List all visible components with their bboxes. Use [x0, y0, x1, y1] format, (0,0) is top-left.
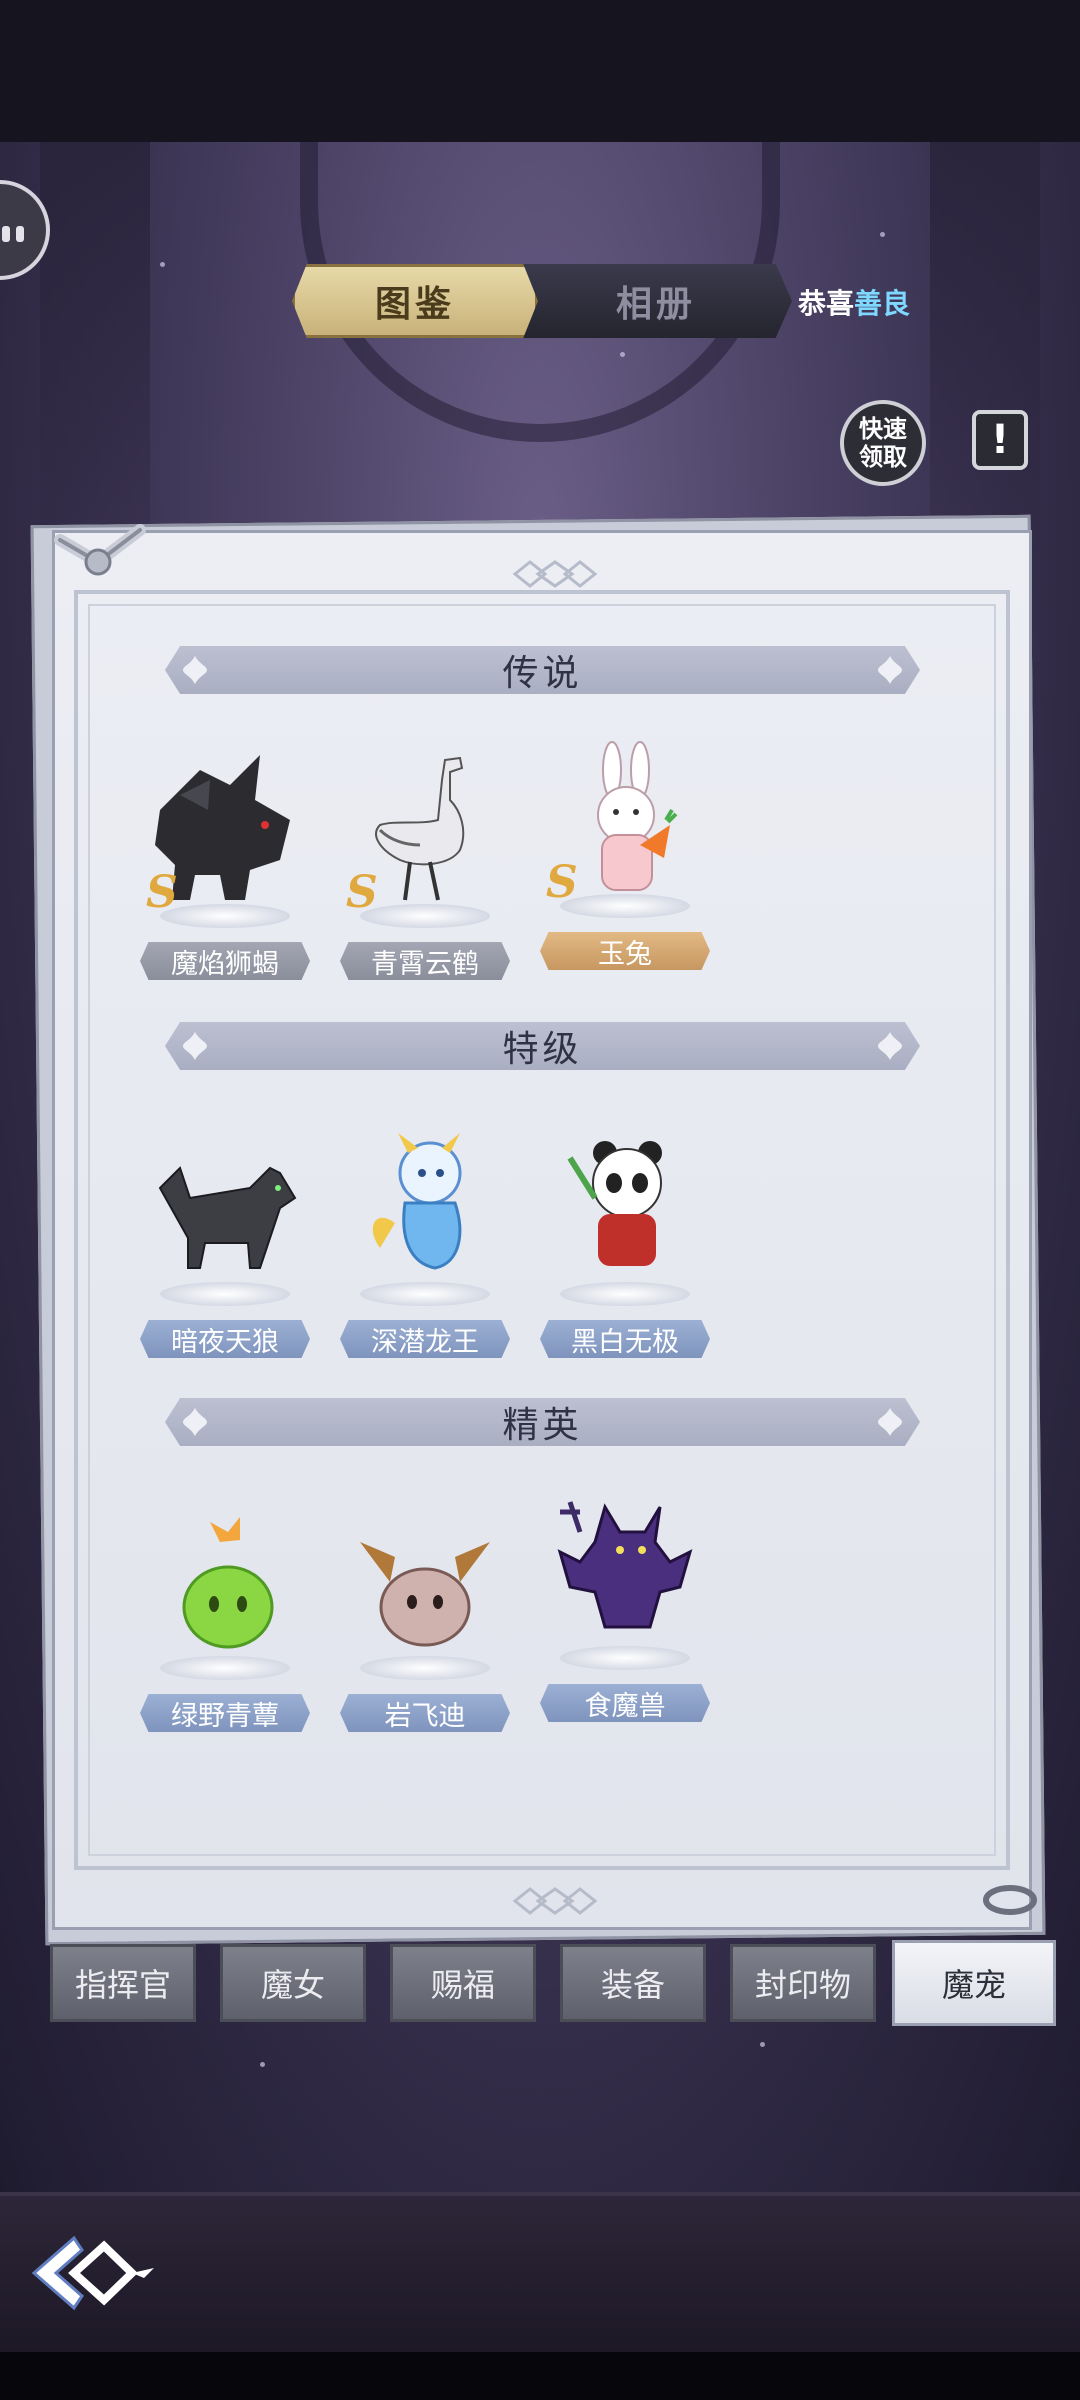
tab-pets[interactable]: 魔宠 [892, 1940, 1056, 2026]
tab-codex[interactable]: 图鉴 [292, 264, 538, 338]
info-button[interactable]: ! [972, 410, 1028, 470]
tab-equipment[interactable]: 装备 [560, 1944, 706, 2022]
binder-ring-icon [983, 1885, 1037, 1915]
wolf-icon [158, 1166, 297, 1269]
fleur-icon [878, 1032, 902, 1060]
green-slime-icon [182, 1517, 274, 1649]
tab-seal[interactable]: 封印物 [730, 1944, 876, 2022]
tab-album[interactable]: 相册 [520, 264, 792, 338]
section-header-legend: 传说 [165, 646, 920, 694]
paper-clip-icon [54, 524, 146, 576]
pet-card-rock-bat[interactable]: 岩飞迪 [340, 1502, 510, 1732]
panda-icon [567, 1141, 662, 1266]
tab-blessing[interactable]: 赐福 [390, 1944, 536, 2022]
pet-card-panda[interactable]: 黑白无极 [540, 1128, 710, 1358]
ornament-top-icon [512, 560, 598, 588]
demon-icon [557, 1501, 693, 1629]
pet-card-deep-dragon[interactable]: 深潜龙王 [340, 1128, 510, 1358]
pet-name: 青霄云鹤 [340, 942, 510, 980]
s-rank-badge: S [346, 867, 378, 918]
status-area [0, 0, 1080, 142]
fleur-icon [878, 656, 902, 684]
tab-commander[interactable]: 指挥官 [50, 1944, 196, 2022]
section-title: 传说 [502, 653, 583, 694]
pet-name: 深潜龙王 [340, 1320, 510, 1358]
star [620, 352, 625, 357]
pet-card-crane[interactable]: S 青霄云鹤 [340, 750, 510, 980]
pet-card-demon-lion[interactable]: S 魔焰狮蝎 [140, 750, 310, 980]
pet-name: 食魔兽 [540, 1684, 710, 1722]
pet-card-demon-eater[interactable]: 食魔兽 [540, 1492, 710, 1722]
category-tabs: 指挥官 魔女 赐福 装备 封印物 魔宠 [50, 1940, 1060, 2028]
fleur-icon [183, 1408, 207, 1436]
pet-card-green-slime[interactable]: 绿野青蕈 [140, 1502, 310, 1732]
tab-witch[interactable]: 魔女 [220, 1944, 366, 2022]
section-header-special: 特级 [165, 1022, 920, 1070]
star [880, 232, 885, 237]
pet-name: 魔焰狮蝎 [140, 942, 310, 980]
top-tabs: 相册 图鉴 [292, 264, 792, 338]
star [760, 2042, 765, 2047]
congrats-prefix: 恭喜 [798, 287, 855, 320]
star [260, 2062, 265, 2067]
quick-claim-line2: 领取 [859, 443, 907, 471]
section-title: 特级 [502, 1029, 583, 1070]
pet-name: 黑白无极 [540, 1320, 710, 1358]
back-arrow-icon[interactable] [24, 2228, 164, 2318]
s-rank-badge: S [546, 857, 578, 908]
pet-name: 玉兔 [540, 932, 710, 970]
fleur-icon [183, 1032, 207, 1060]
pet-card-jade-rabbit[interactable]: S 玉兔 [540, 740, 710, 970]
fleur-icon [183, 656, 207, 684]
pet-name: 岩飞迪 [340, 1694, 510, 1732]
quick-claim-button[interactable]: 快速 领取 [840, 400, 926, 486]
congrats-text: 恭喜善良 [798, 282, 910, 322]
bat-slime-icon [360, 1542, 490, 1647]
dragon-icon [372, 1133, 462, 1270]
congrats-name: 善良 [854, 287, 911, 320]
ornament-bottom-icon [512, 1887, 598, 1915]
pet-card-night-wolf[interactable]: 暗夜天狼 [140, 1128, 310, 1358]
fleur-icon [878, 1408, 902, 1436]
s-rank-badge: S [146, 867, 178, 918]
star [160, 262, 165, 267]
pet-name: 绿野青蕈 [140, 1694, 310, 1732]
bottom-strip [0, 2352, 1080, 2400]
section-title: 精英 [502, 1405, 583, 1446]
pet-name: 暗夜天狼 [140, 1320, 310, 1358]
quick-claim-line1: 快速 [859, 415, 907, 443]
section-header-elite: 精英 [165, 1398, 920, 1446]
